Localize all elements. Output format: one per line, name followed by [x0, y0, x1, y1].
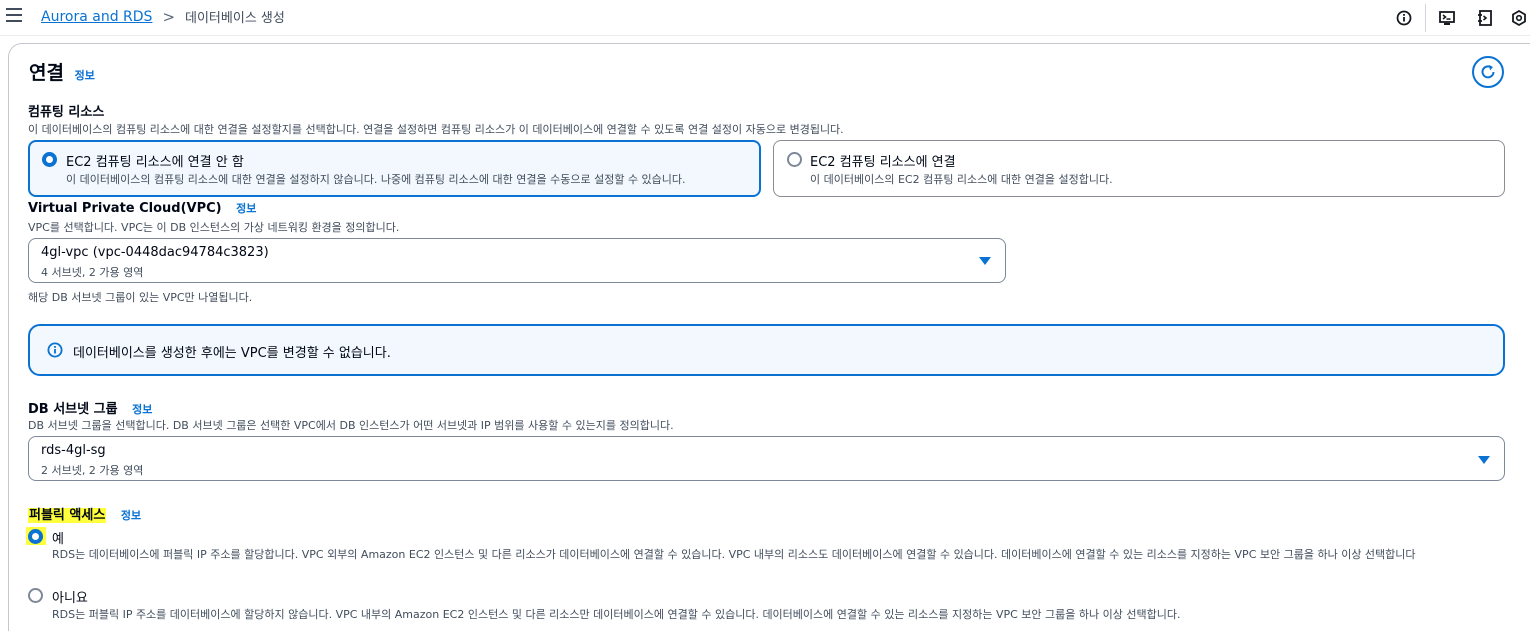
vpc-hint: 해당 DB 서브넷 그룹이 있는 VPC만 나열됩니다. — [28, 291, 253, 304]
public-access-yes-description: RDS는 데이터베이스에 퍼블릭 IP 주소를 할당합니다. VPC 외부의 A… — [52, 548, 1416, 561]
menu-icon[interactable] — [6, 8, 22, 22]
section-info-link[interactable]: 정보 — [75, 69, 95, 82]
public-access-yes-title[interactable]: 예 — [52, 528, 64, 547]
feedback-icon[interactable] — [1474, 7, 1496, 29]
breadcrumb-current: 데이터베이스 생성 — [185, 11, 285, 26]
info-icon[interactable] — [1393, 7, 1415, 29]
compute-option-no-connect-description: 이 데이터베이스의 컴퓨팅 리소스에 대한 연결을 설정하지 않습니다. 나중에… — [66, 173, 686, 186]
breadcrumb-aurora-rds-link[interactable]: Aurora and RDS — [41, 9, 152, 25]
vpc-selected-sub: 4 서브넷, 2 가용 영역 — [41, 266, 144, 279]
top-icon-group — [1393, 4, 1530, 32]
breadcrumb-separator: > — [162, 7, 176, 26]
cloudshell-icon[interactable] — [1436, 7, 1458, 29]
public-access-label: 퍼블릭 액세스 — [28, 508, 107, 523]
caret-down-icon — [979, 257, 991, 265]
subnet-group-label-row: DB 서브넷 그룹 정보 — [28, 398, 152, 417]
public-access-label-row: 퍼블릭 액세스 정보 — [28, 504, 141, 523]
subnet-group-info-link[interactable]: 정보 — [132, 403, 152, 416]
caret-down-icon — [1478, 456, 1490, 464]
compute-option-no-connect[interactable]: EC2 컴퓨팅 리소스에 연결 안 함 이 데이터베이스의 컴퓨팅 리소스에 대… — [28, 140, 761, 197]
vpc-selected-value: 4gl-vpc (vpc-0448dac94784c3823) — [41, 245, 269, 260]
vpc-description: VPC를 선택합니다. VPC는 이 DB 인스턴스의 가상 네트워킹 환경을 … — [28, 221, 400, 234]
subnet-group-description: DB 서브넷 그룹을 선택합니다. DB 서브넷 그룹은 선택한 VPC에서 D… — [28, 419, 674, 432]
public-access-no-radio[interactable] — [28, 588, 43, 603]
vpc-label: Virtual Private Cloud(VPC) — [28, 201, 222, 216]
top-navigation-bar: Aurora and RDS > 데이터베이스 생성 — [0, 0, 1530, 36]
public-access-info-link[interactable]: 정보 — [121, 509, 141, 522]
subnet-group-select[interactable]: rds-4gl-sg 2 서브넷, 2 가용 영역 — [28, 436, 1505, 481]
radio-button[interactable] — [42, 152, 57, 167]
compute-resource-description: 이 데이터베이스의 컴퓨팅 리소스에 대한 연결을 설정할지를 선택합니다. 연… — [28, 123, 844, 136]
public-access-yes-radio[interactable] — [28, 529, 43, 544]
public-access-no-title[interactable]: 아니요 — [52, 587, 88, 606]
compute-option-no-connect-title: EC2 컴퓨팅 리소스에 연결 안 함 — [66, 155, 244, 170]
public-access-no-description: RDS는 퍼블릭 IP 주소를 데이터베이스에 할당하지 않습니다. VPC 내… — [52, 608, 1181, 621]
breadcrumb: Aurora and RDS > 데이터베이스 생성 — [41, 7, 285, 27]
section-title: 연결 — [29, 62, 64, 84]
refresh-button[interactable] — [1472, 56, 1504, 88]
section-header: 연결 정보 — [29, 58, 95, 85]
subnet-group-selected-sub: 2 서브넷, 2 가용 영역 — [41, 464, 144, 477]
compute-resource-label: 컴퓨팅 리소스 — [28, 105, 105, 120]
radio-button[interactable] — [787, 152, 802, 167]
subnet-group-selected-value: rds-4gl-sg — [41, 443, 106, 458]
compute-option-connect-description: 이 데이터베이스의 EC2 컴퓨팅 리소스에 대한 연결을 설정합니다. — [810, 173, 1113, 186]
vpc-info-link[interactable]: 정보 — [236, 202, 256, 215]
subnet-group-label: DB 서브넷 그룹 — [28, 402, 118, 417]
toolbar-divider — [1425, 4, 1426, 32]
settings-icon[interactable] — [1508, 7, 1530, 29]
info-circle-icon — [47, 342, 63, 358]
alert-text: 데이터베이스를 생성한 후에는 VPC를 변경할 수 없습니다. — [73, 346, 391, 361]
refresh-icon — [1481, 65, 1495, 79]
info-alert: 데이터베이스를 생성한 후에는 VPC를 변경할 수 없습니다. — [28, 324, 1505, 376]
vpc-label-row: Virtual Private Cloud(VPC) 정보 — [28, 200, 256, 216]
compute-option-connect-title: EC2 컴퓨팅 리소스에 연결 — [810, 155, 956, 170]
vpc-select[interactable]: 4gl-vpc (vpc-0448dac94784c3823) 4 서브넷, 2… — [28, 238, 1006, 283]
compute-option-connect[interactable]: EC2 컴퓨팅 리소스에 연결 이 데이터베이스의 EC2 컴퓨팅 리소스에 대… — [773, 140, 1505, 197]
